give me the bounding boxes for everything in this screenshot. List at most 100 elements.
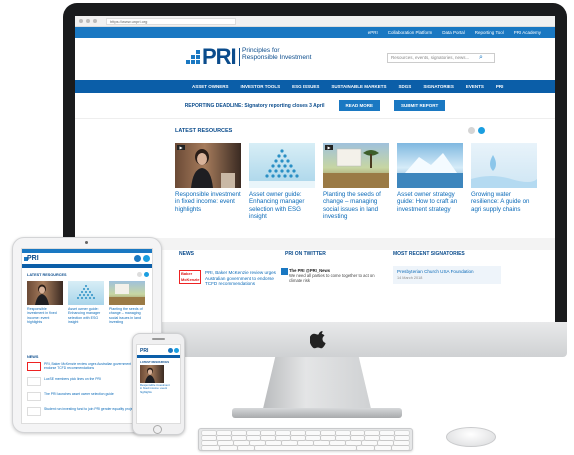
utility-link[interactable]: Collaboration Platform (388, 30, 433, 35)
speaker-photo (27, 281, 63, 305)
logo-tagline: Principles for Responsible Investment (242, 47, 312, 61)
signatory-name[interactable]: Presbyterian Church USA Foundation (397, 269, 474, 274)
search-icon[interactable] (143, 255, 150, 262)
news-link[interactable]: PRI, Baker McKenzie review urges Austral… (205, 270, 283, 287)
utility-link[interactable]: PRI Academy (514, 30, 541, 35)
iphone-logo[interactable]: PRI (140, 348, 148, 354)
resource-title[interactable]: Responsible investment in fixed income: … (27, 307, 63, 324)
nav-item-sustainable-markets[interactable]: SUSTAINABLE MARKETS (331, 84, 386, 89)
video-tag-icon: ▶ (177, 145, 185, 150)
water-drop-image (471, 143, 537, 188)
resource-title[interactable]: Asset owner guide: Enhancing manager sel… (249, 191, 315, 221)
utility-link[interactable]: ePRI (368, 30, 378, 35)
utility-link[interactable]: Reporting Tool (475, 30, 504, 35)
nav-item-asset-owners[interactable]: ASSET OWNERS (192, 84, 229, 89)
imac-stand (262, 357, 372, 413)
resource-card[interactable]: Responsible investment in fixed income: … (27, 281, 63, 324)
nav-item-signatories[interactable]: SIGNATORIES (423, 84, 454, 89)
nav-item-esg-issues[interactable]: ESG ISSUES (292, 84, 319, 89)
news-row[interactable]: Student run investing fund to join PRI g… (27, 407, 147, 419)
menu-icon[interactable] (134, 255, 141, 262)
resource-card[interactable]: Growing water resilience: A guide on agr… (471, 143, 537, 213)
iphone-home-button[interactable] (153, 425, 162, 434)
imac-stand-foot (232, 408, 402, 418)
resource-title[interactable]: Planting the seeds of change – managing … (323, 191, 389, 221)
news-row[interactable]: PRI, Baker McKenzie review urges Austral… (27, 362, 147, 374)
resource-title[interactable]: Responsible investment in fixed income: … (175, 191, 241, 213)
news-heading[interactable]: NEWS (179, 251, 194, 257)
submit-report-button[interactable]: SUBMIT REPORT (394, 100, 446, 111)
deadline-text: REPORTING DEADLINE: Signatory reporting … (184, 102, 325, 109)
utility-link[interactable]: Data Portal (442, 30, 465, 35)
nav-item-pri[interactable]: PRI (496, 84, 504, 89)
ipad-logo[interactable]: PRI (27, 255, 39, 262)
ipad-news-heading: NEWS (27, 355, 39, 359)
device-mockup-scene: https://www.unpri.org ePRI Collaboration… (0, 0, 574, 455)
speaker-photo[interactable] (140, 365, 164, 383)
carousel-next-button[interactable] (478, 127, 485, 134)
nav-item-sdgs[interactable]: SDGS (399, 84, 412, 89)
ipad-utility-bar (22, 249, 152, 253)
resource-title[interactable]: Growing water resilience: A guide on agr… (471, 191, 537, 213)
ipad-camera (85, 241, 88, 244)
resource-title[interactable]: Asset owner guide: Enhancing manager sel… (68, 307, 104, 324)
nav-item-investor-tools[interactable]: INVESTOR TOOLS (241, 84, 281, 89)
news-link[interactable]: Student run investing fund to join PRI g… (44, 407, 144, 411)
news-source-logo (27, 362, 41, 371)
pri-logo-mark-icon[interactable] (185, 50, 201, 64)
reload-icon[interactable] (93, 19, 97, 23)
utility-nav: ePRI Collaboration Platform Data Portal … (75, 27, 555, 38)
ipad-latest-heading: LATEST RESOURCES (27, 273, 67, 277)
land-photo (109, 281, 145, 305)
logo-wordmark[interactable]: PRI (202, 46, 237, 68)
video-tag-icon: ▶ (325, 145, 333, 150)
resource-card[interactable]: Asset owner guide: Enhancing manager sel… (249, 143, 315, 221)
resource-title[interactable]: Asset owner strategy guide: How to craft… (397, 191, 463, 213)
news-row[interactable]: The PRI launches asset owner selection g… (27, 392, 147, 404)
apple-logo-icon (308, 329, 327, 350)
deadline-banner: REPORTING DEADLINE: Signatory reporting … (75, 93, 555, 119)
resource-card[interactable]: Planting the seeds of change – managing … (109, 281, 145, 324)
read-more-button[interactable]: READ MORE (338, 100, 381, 111)
search-icon[interactable]: ⌕ (479, 53, 483, 63)
news-link[interactable]: The PRI launches asset owner selection g… (44, 392, 144, 396)
twitter-avatar (281, 268, 288, 275)
main-navigation: ASSET OWNERS INVESTOR TOOLS ESG ISSUES S… (75, 80, 555, 93)
keyboard (198, 428, 413, 451)
land-photo: ▶ (323, 143, 389, 188)
signatories-heading[interactable]: MOST RECENT SIGNATORIES (393, 251, 465, 257)
twitter-heading[interactable]: PRI ON TWITTER (285, 251, 326, 257)
resource-title[interactable]: Responsible investment in fixed income: … (140, 383, 170, 394)
mouse (446, 427, 496, 447)
back-icon[interactable] (79, 19, 83, 23)
address-bar[interactable]: https://www.unpri.org (106, 17, 236, 25)
menu-icon[interactable] (168, 348, 173, 353)
iphone-latest-heading: LATEST RESOURCES (140, 360, 170, 364)
news-link[interactable]: PRI, Baker McKenzie review urges Austral… (44, 362, 144, 370)
carousel-prev-button[interactable] (468, 127, 475, 134)
carousel-next-button[interactable] (144, 272, 149, 277)
forward-icon[interactable] (86, 19, 90, 23)
iphone-speaker (152, 338, 165, 340)
resource-card[interactable]: ▶ Responsible investment in fixed income… (175, 143, 241, 213)
news-source-logo (27, 407, 41, 416)
iphone-nav-bar (137, 355, 180, 358)
news-row[interactable]: LuxSE members pick lines on the PRI (27, 377, 147, 389)
logo-divider (239, 48, 240, 66)
signatory-date: 14 March 2018 (397, 276, 423, 280)
tweet-body: We need all parties to come together to … (289, 273, 375, 284)
nav-item-events[interactable]: EVENTS (466, 84, 484, 89)
site-header: PRI Principles for Responsible Investmen… (75, 38, 555, 80)
speaker-photo: ▶ (175, 143, 241, 188)
news-source-logo: Baker McKenzie (179, 270, 201, 284)
resource-card[interactable]: ▶ Planting the seeds of change – managin… (323, 143, 389, 221)
resource-card[interactable]: Asset owner guide: Enhancing manager sel… (68, 281, 104, 324)
resource-title[interactable]: Planting the seeds of change – managing … (109, 307, 145, 324)
carousel-prev-button[interactable] (137, 272, 142, 277)
ipad-nav-bar (22, 264, 152, 268)
resource-card[interactable]: Asset owner strategy guide: How to craft… (397, 143, 463, 213)
figures-pyramid-image (68, 281, 104, 305)
news-link[interactable]: LuxSE members pick lines on the PRI (44, 377, 144, 381)
figures-pyramid-image (249, 143, 315, 188)
search-icon[interactable] (174, 348, 179, 353)
